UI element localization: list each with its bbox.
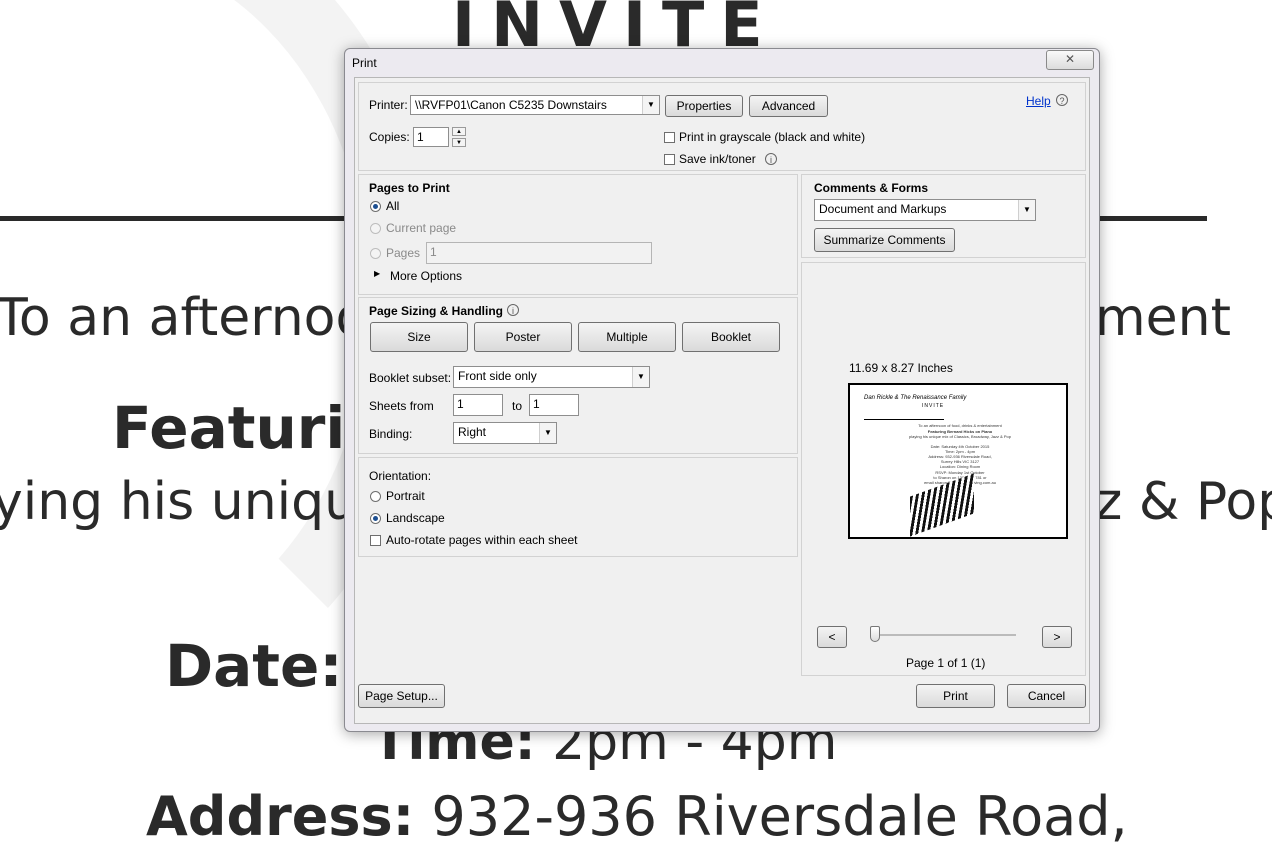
current-page-radio[interactable] <box>370 223 381 234</box>
dialog-title: Print <box>352 56 377 70</box>
more-options-toggle[interactable]: More Options <box>390 269 462 283</box>
save-ink-checkbox[interactable] <box>664 154 675 165</box>
printer-label: Printer: <box>369 98 408 112</box>
thumbnail-line: playing his unique mix of Classics, Broa… <box>909 434 1011 439</box>
booklet-subset-label: Booklet subset: <box>369 371 452 385</box>
printer-panel: Printer: \\RVFP01\Canon C5235 Downstairs… <box>358 82 1086 171</box>
all-pages-radio[interactable] <box>370 201 381 212</box>
binding-select[interactable]: Right ▼ <box>453 422 557 444</box>
date-label: Date: <box>165 632 343 700</box>
printer-value: \\RVFP01\Canon C5235 Downstairs <box>415 98 607 112</box>
current-page-label: Current page <box>386 221 457 235</box>
preview-page-thumbnail: Dan Rickle & The Renaissance Family INVI… <box>848 383 1068 539</box>
comments-forms-value: Document and Markups <box>819 202 947 216</box>
preview-page-label: Page 1 of 1 (1) <box>906 656 986 670</box>
binding-label: Binding: <box>369 427 413 441</box>
info-icon[interactable]: i <box>765 153 777 165</box>
sheets-to-input[interactable]: 1 <box>529 394 579 416</box>
document-line1-right: ment <box>1095 288 1231 348</box>
thumbnail-line: Location: Dining Room <box>939 464 981 469</box>
portrait-radio[interactable] <box>370 491 381 502</box>
preview-panel: 11.69 x 8.27 Inches Dan Rickle & The Ren… <box>801 262 1086 676</box>
chevron-down-icon: ▼ <box>539 423 556 443</box>
triangle-right-icon[interactable]: ▶ <box>374 269 380 278</box>
thumbnail-rule <box>864 419 944 420</box>
document-address: Address: 932-936 Riversdale Road, <box>146 785 1128 847</box>
address-value: 932-936 Riversdale Road, <box>414 785 1128 847</box>
save-ink-label: Save ink/toner <box>679 152 756 166</box>
grayscale-label: Print in grayscale (black and white) <box>679 130 866 144</box>
print-button[interactable]: Print <box>916 684 995 708</box>
binding-value: Right <box>458 425 487 439</box>
auto-rotate-label: Auto-rotate pages within each sheet <box>386 533 578 547</box>
preview-size-label: 11.69 x 8.27 Inches <box>849 361 953 375</box>
dialog-titlebar[interactable]: Print ✕ <box>345 49 1099 75</box>
chevron-up-icon[interactable]: ▲ <box>452 127 466 136</box>
pages-to-print-panel: Pages to Print All Current page Pages 1 … <box>358 174 798 295</box>
pages-label: Pages <box>386 246 421 260</box>
preview-slider-track[interactable] <box>876 634 1016 636</box>
print-dialog: Print ✕ Printer: \\RVFP01\Canon C5235 Do… <box>344 48 1100 732</box>
auto-rotate-checkbox[interactable] <box>370 535 381 546</box>
poster-button[interactable]: Poster <box>474 322 572 352</box>
landscape-label: Landscape <box>386 511 445 525</box>
size-button[interactable]: Size <box>370 322 468 352</box>
landscape-radio[interactable] <box>370 513 381 524</box>
cancel-button[interactable]: Cancel <box>1007 684 1086 708</box>
printer-select[interactable]: \\RVFP01\Canon C5235 Downstairs ▼ <box>410 95 660 115</box>
pages-radio[interactable] <box>370 248 381 259</box>
portrait-label: Portrait <box>386 489 425 503</box>
pages-to-print-heading: Pages to Print <box>369 181 450 195</box>
close-icon[interactable]: ✕ <box>1046 50 1094 70</box>
page-setup-button[interactable]: Page Setup... <box>358 684 445 708</box>
orientation-panel: Orientation: Portrait Landscape Auto-rot… <box>358 457 798 557</box>
booklet-subset-value: Front side only <box>458 369 537 383</box>
booklet-subset-select[interactable]: Front side only ▼ <box>453 366 650 388</box>
dialog-body: Printer: \\RVFP01\Canon C5235 Downstairs… <box>354 77 1090 724</box>
page-sizing-heading: Page Sizing & Handling <box>369 304 504 318</box>
chevron-down-icon: ▼ <box>1018 200 1035 220</box>
document-line1-left: To an afternoo <box>0 288 368 348</box>
comments-forms-panel: Comments & Forms Document and Markups ▼ … <box>801 174 1086 258</box>
chevron-down-icon: ▼ <box>642 96 659 114</box>
copies-stepper[interactable]: ▲ ▼ <box>452 127 466 147</box>
document-line3-left: ying his unique <box>0 472 390 532</box>
help-icon[interactable]: ? <box>1056 94 1068 106</box>
comments-forms-heading: Comments & Forms <box>814 181 929 195</box>
properties-button[interactable]: Properties <box>665 95 743 117</box>
orientation-heading: Orientation: <box>369 469 432 483</box>
thumbnail-invite: INVITE <box>922 403 945 409</box>
page-sizing-panel: Page Sizing & Handling i Size Poster Mul… <box>358 297 798 454</box>
address-label: Address: <box>146 785 415 847</box>
grayscale-checkbox[interactable] <box>664 132 675 143</box>
advanced-button[interactable]: Advanced <box>749 95 828 117</box>
booklet-button[interactable]: Booklet <box>682 322 780 352</box>
document-line3-right: z & Pop <box>1095 472 1272 532</box>
all-pages-label: All <box>386 199 400 213</box>
sheets-from-label: Sheets from <box>369 399 434 413</box>
chevron-down-icon: ▼ <box>632 367 649 387</box>
sheets-to-label: to <box>512 399 523 413</box>
help-link[interactable]: Help <box>1026 94 1051 108</box>
preview-prev-button[interactable]: < <box>817 626 847 648</box>
copies-label: Copies: <box>369 130 410 144</box>
thumbnail-line: To an afternoon of food, drinks & entert… <box>918 423 1002 428</box>
chevron-down-icon[interactable]: ▼ <box>452 138 466 147</box>
comments-forms-select[interactable]: Document and Markups ▼ <box>814 199 1036 221</box>
multiple-button[interactable]: Multiple <box>578 322 676 352</box>
preview-slider-thumb[interactable] <box>870 626 880 642</box>
sheets-from-input[interactable]: 1 <box>453 394 503 416</box>
pages-range-input[interactable]: 1 <box>426 242 652 264</box>
preview-next-button[interactable]: > <box>1042 626 1072 648</box>
copies-input[interactable]: 1 <box>413 127 449 147</box>
info-icon[interactable]: i <box>507 304 519 316</box>
thumbnail-title: Dan Rickle & The Renaissance Family <box>864 395 967 401</box>
summarize-comments-button[interactable]: Summarize Comments <box>814 228 955 252</box>
